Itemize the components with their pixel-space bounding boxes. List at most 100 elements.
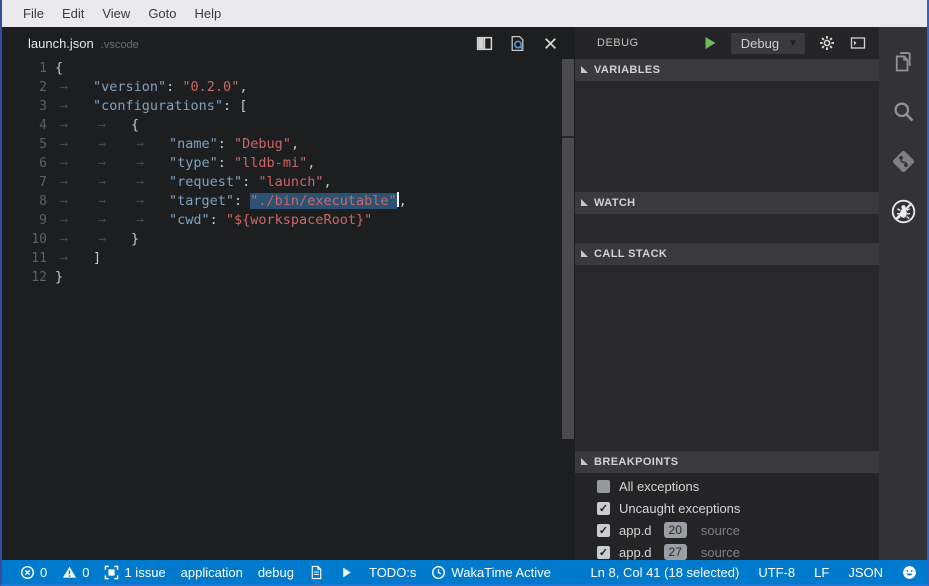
activity-explorer[interactable] [879, 36, 927, 86]
breakpoint-checkbox[interactable]: ✓ [597, 524, 610, 537]
status-feedback[interactable] [902, 565, 917, 580]
code-line[interactable]: 5→→→"name": "Debug", [2, 135, 575, 154]
preview-icon[interactable] [509, 35, 526, 52]
code-line[interactable]: 3→"configurations": [ [2, 97, 575, 116]
menu-edit[interactable]: Edit [53, 6, 93, 21]
status-error-count[interactable]: 0 [20, 565, 47, 580]
code-line[interactable]: 8→→→"target": "./bin/executable", [2, 192, 575, 211]
status-debug-config[interactable]: debug [258, 565, 294, 580]
status-issues[interactable]: 1 issue [104, 565, 165, 580]
tab-whitespace-icon: → [55, 192, 93, 211]
code-line[interactable]: 10→→} [2, 230, 575, 249]
breakpoint-row[interactable]: All exceptions [575, 475, 879, 497]
editor-scrollbar[interactable] [562, 59, 574, 439]
code-token: } [131, 231, 139, 247]
breakpoint-source-label: source [701, 523, 740, 538]
breakpoint-row[interactable]: ✓ Uncaught exceptions [575, 497, 879, 519]
line-number[interactable]: 8 [2, 192, 47, 211]
code-token: : [242, 174, 258, 190]
menu-help[interactable]: Help [186, 6, 231, 21]
call-stack-body [575, 265, 879, 451]
breakpoints-body: All exceptions✓Uncaught exceptions✓app.d… [575, 473, 879, 563]
twistie-icon [581, 250, 588, 257]
status-application[interactable]: application [181, 565, 243, 580]
line-number[interactable]: 4 [2, 116, 47, 135]
menu-goto[interactable]: Goto [139, 6, 185, 21]
code-token: , [291, 136, 299, 152]
status-debug-config-label: debug [258, 565, 294, 580]
section-variables[interactable]: VARIABLES [575, 59, 879, 81]
variables-body [575, 81, 879, 192]
code-line[interactable]: 1{ [2, 59, 575, 78]
code-line[interactable]: 4→→{ [2, 116, 575, 135]
section-variables-label: VARIABLES [594, 64, 660, 76]
code-line[interactable]: 2→"version": "0.2.0", [2, 78, 575, 97]
code-token: : [166, 79, 182, 95]
status-wakatime[interactable]: WakaTime Active [431, 565, 550, 580]
line-number[interactable]: 12 [2, 268, 47, 287]
editor-column: launch.json .vscode 1{2→"version": "0.2.… [2, 27, 575, 560]
code-token: : [ [223, 98, 247, 114]
line-number[interactable]: 9 [2, 211, 47, 230]
status-issues-label: 1 issue [124, 565, 165, 580]
tab-whitespace-icon: → [131, 173, 169, 192]
start-debug-button[interactable] [702, 35, 718, 51]
debug-console-icon[interactable] [849, 35, 867, 51]
tab-whitespace-icon: → [131, 211, 169, 230]
status-build-document[interactable] [309, 565, 324, 580]
status-cursor-position[interactable]: Ln 8, Col 41 (18 selected) [590, 565, 739, 580]
editor-tab[interactable]: launch.json .vscode [28, 36, 139, 51]
line-number-badge: 27 [664, 544, 687, 560]
status-warning-count-label: 0 [82, 565, 89, 580]
selected-text: "./bin/executable" [250, 193, 396, 209]
breakpoint-source-label: source [701, 545, 740, 560]
activity-debug[interactable] [879, 186, 927, 236]
menu-file[interactable]: File [14, 6, 53, 21]
breakpoint-checkbox[interactable]: ✓ [597, 546, 610, 559]
line-number[interactable]: 1 [2, 59, 47, 78]
breakpoint-label: Uncaught exceptions [619, 501, 740, 516]
activity-source-control[interactable] [879, 136, 927, 186]
status-language-mode[interactable]: JSON [848, 565, 883, 580]
editor-titlebar: launch.json .vscode [2, 27, 575, 59]
code-line[interactable]: 9 →→→"cwd": "${workspaceRoot}" [2, 211, 575, 230]
status-warning-count[interactable]: 0 [62, 565, 89, 580]
smiley-icon [902, 565, 917, 580]
breakpoint-checkbox[interactable]: ✓ [597, 502, 610, 515]
status-eol[interactable]: LF [814, 565, 829, 580]
code-line[interactable]: 7→→→"request": "launch", [2, 173, 575, 192]
line-number[interactable]: 10 [2, 230, 47, 249]
split-icon[interactable] [476, 35, 493, 52]
line-number[interactable]: 11 [2, 249, 47, 268]
section-watch[interactable]: WATCH [575, 192, 879, 214]
status-run-task[interactable] [339, 565, 354, 580]
line-content: →→→"cwd": "${workspaceRoot}" [55, 212, 372, 228]
line-number[interactable]: 6 [2, 154, 47, 173]
breakpoint-label: app.d [619, 545, 652, 560]
activity-search[interactable] [879, 86, 927, 136]
tab-folder: .vscode [101, 39, 139, 51]
line-number[interactable]: 5 [2, 135, 47, 154]
line-number[interactable]: 2 [2, 78, 47, 97]
menu-view[interactable]: View [93, 6, 139, 21]
section-call-stack[interactable]: CALL STACK [575, 243, 879, 265]
code-line[interactable]: 6 →→→"type": "lldb-mi", [2, 154, 575, 173]
debug-config-dropdown[interactable]: Debug ▼ [731, 33, 805, 54]
breakpoint-row[interactable]: ✓app.d20source [575, 519, 879, 541]
status-todos[interactable]: TODO:s [369, 565, 416, 580]
close-icon[interactable] [542, 35, 559, 52]
code-editor[interactable]: 1{2→"version": "0.2.0",3→"configurations… [2, 59, 575, 287]
breakpoint-checkbox[interactable] [597, 480, 610, 493]
line-content: →→→"type": "lldb-mi", [55, 155, 315, 171]
code-token: "configurations" [93, 98, 223, 114]
code-line[interactable]: 11→] [2, 249, 575, 268]
line-number[interactable]: 3 [2, 97, 47, 116]
code-token: "name" [169, 136, 218, 152]
play-small-icon [339, 565, 354, 580]
code-line[interactable]: 12} [2, 268, 575, 287]
line-number[interactable]: 7 [2, 173, 47, 192]
section-breakpoints[interactable]: BREAKPOINTS [575, 451, 879, 473]
status-encoding[interactable]: UTF-8 [758, 565, 795, 580]
watch-body [575, 214, 879, 243]
gear-icon[interactable] [818, 35, 836, 51]
